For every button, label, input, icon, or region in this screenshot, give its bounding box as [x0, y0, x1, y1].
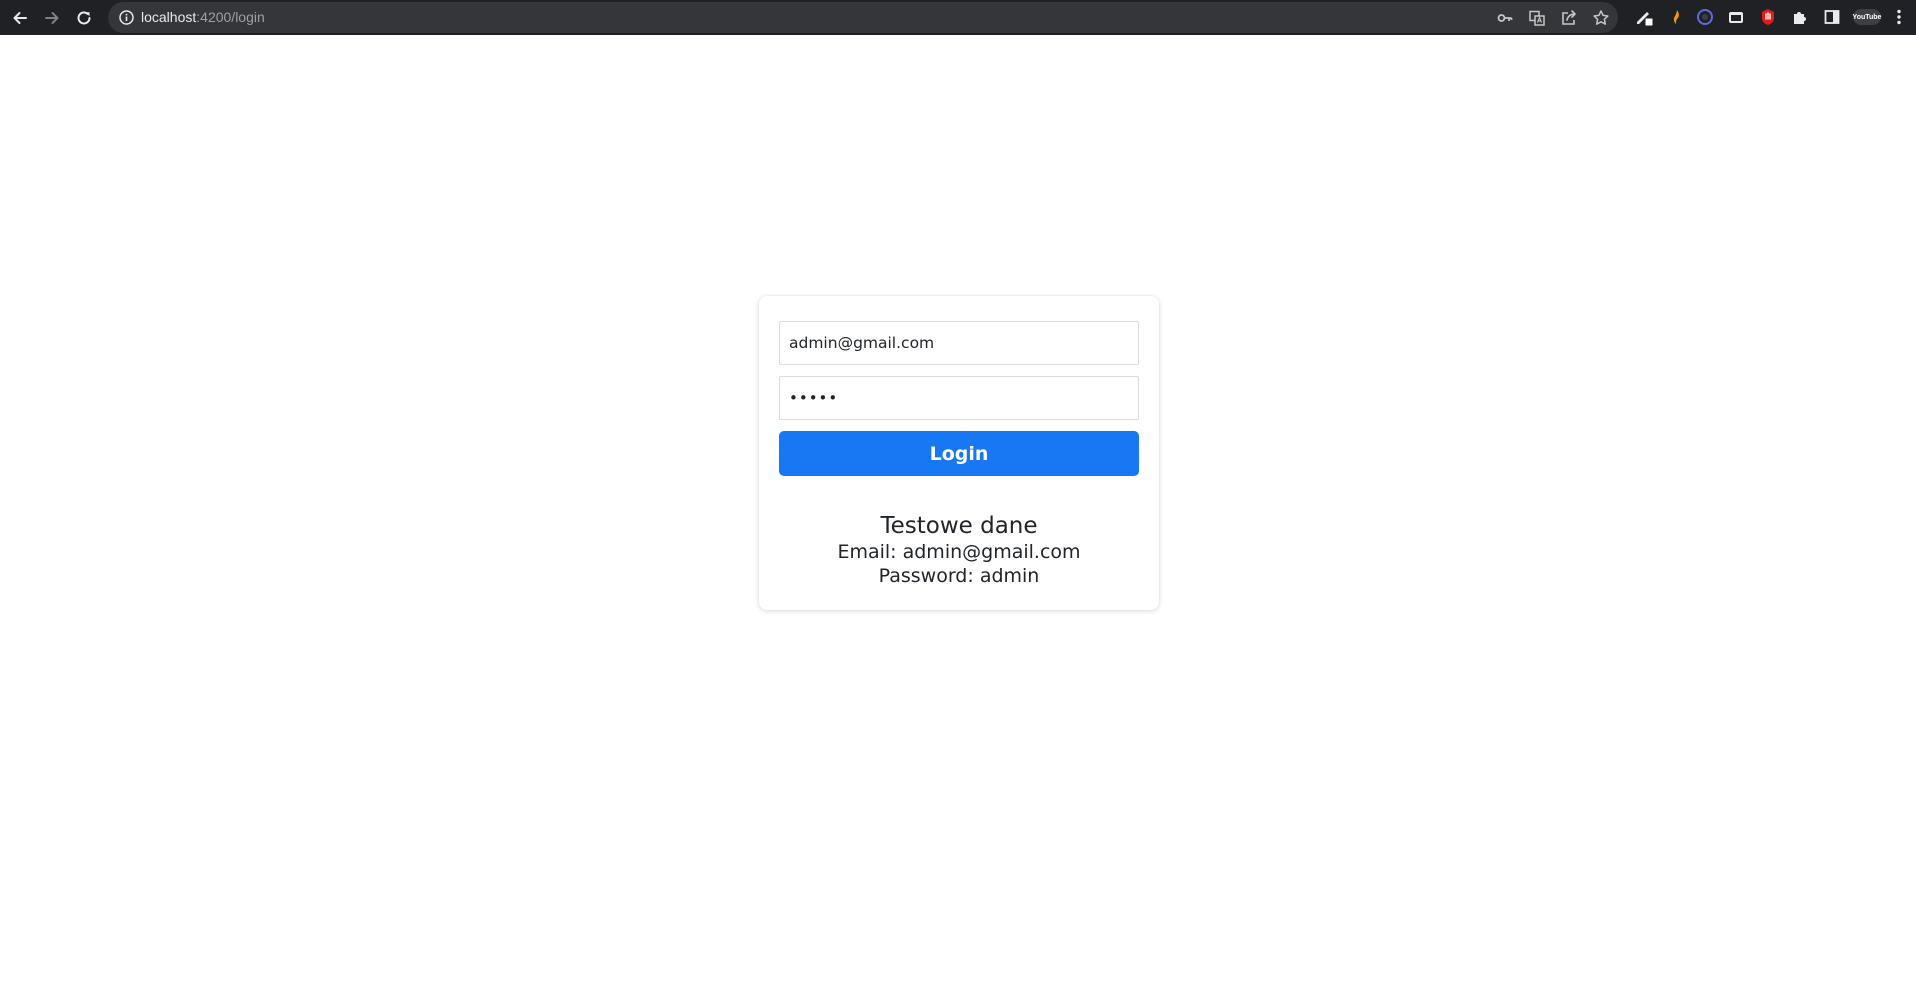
translate-button[interactable]	[1527, 8, 1547, 28]
extension-window-button[interactable]	[1725, 6, 1747, 28]
translate-icon	[1529, 10, 1545, 26]
forward-arrow-icon	[45, 12, 59, 24]
hand-stop-icon	[1762, 9, 1774, 25]
extension-youtube-button[interactable]: YouTube	[1852, 6, 1882, 28]
share-button[interactable]	[1559, 8, 1579, 28]
youtube-badge-text: YouTube	[1852, 13, 1882, 21]
reload-icon	[77, 11, 91, 25]
url-host: localhost	[141, 9, 197, 25]
bookmark-button[interactable]	[1591, 8, 1611, 28]
star-icon	[1593, 10, 1609, 25]
extension-orange-button[interactable]	[1665, 6, 1687, 28]
key-icon	[1497, 14, 1513, 22]
share-icon	[1562, 10, 1576, 25]
url-path: :4200/login	[196, 9, 265, 25]
side-panel-icon	[1824, 10, 1840, 24]
email-input[interactable]	[779, 321, 1139, 365]
extension-circle-button[interactable]	[1694, 6, 1716, 28]
circle-icon	[1697, 9, 1713, 25]
reload-button[interactable]	[72, 6, 96, 30]
browser-toolbar: localhost:4200/login YouTube	[0, 0, 1916, 35]
side-panel-button[interactable]	[1821, 6, 1843, 28]
test-data-email: Email: admin@gmail.com	[837, 541, 1081, 563]
address-bar[interactable]: localhost:4200/login	[108, 2, 1618, 33]
youtube-icon: YouTube	[1853, 9, 1881, 25]
test-data-info: Testowe dane Email: admin@gmail.com Pass…	[759, 512, 1159, 588]
test-data-password: Password: admin	[878, 565, 1040, 587]
browser-menu-button[interactable]	[1888, 6, 1910, 28]
password-key-button[interactable]	[1495, 8, 1515, 28]
kebab-menu-icon	[1897, 9, 1901, 25]
flame-icon	[1673, 10, 1679, 24]
puzzle-icon	[1794, 12, 1806, 24]
extensions-button[interactable]	[1789, 6, 1811, 28]
extension-adblock-button[interactable]	[1757, 6, 1779, 28]
forward-button[interactable]	[40, 6, 64, 30]
login-card: Login Testowe dane Email: admin@gmail.co…	[759, 296, 1159, 610]
extension-pencil-button[interactable]	[1633, 6, 1655, 28]
back-arrow-icon	[13, 12, 27, 24]
pencil-icon	[1637, 12, 1654, 27]
info-icon[interactable]	[118, 9, 135, 26]
password-input[interactable]	[779, 376, 1139, 420]
test-data-title: Testowe dane	[880, 513, 1038, 539]
login-button[interactable]: Login	[779, 431, 1139, 476]
back-button[interactable]	[8, 6, 32, 30]
window-icon	[1729, 12, 1743, 23]
url-text[interactable]: localhost:4200/login	[141, 9, 265, 26]
